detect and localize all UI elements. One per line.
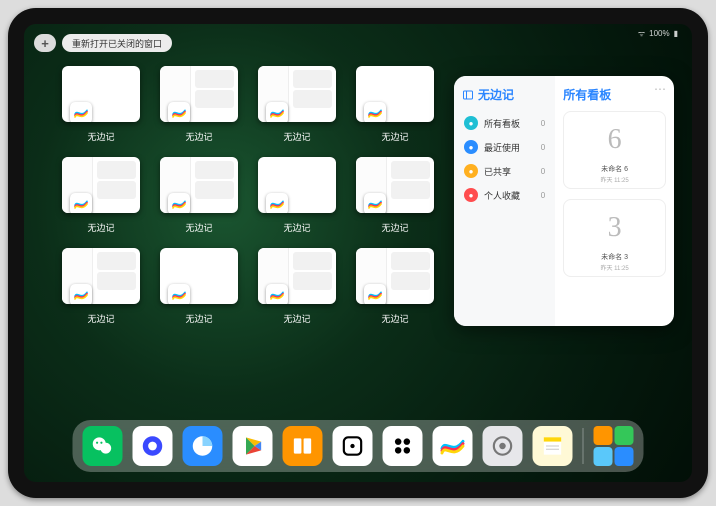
board-title: 未命名 3	[601, 249, 628, 263]
window-thumb[interactable]: 无边记	[160, 157, 238, 234]
window-thumb[interactable]: 无边记	[160, 248, 238, 325]
dock-app-wechat[interactable]	[83, 426, 123, 466]
window-thumb-label: 无边记	[87, 130, 114, 143]
sidebar-item[interactable]: ● 已共享 0	[462, 159, 547, 183]
freeform-app-icon	[364, 284, 386, 304]
board-card[interactable]: 3 未命名 3 昨天 11:25	[563, 199, 666, 277]
board-subtitle: 昨天 11:25	[600, 263, 628, 276]
clock-icon: ●	[464, 140, 478, 154]
freeform-app-icon	[70, 284, 92, 304]
sidebar-item-count: 0	[541, 143, 545, 152]
dock	[73, 420, 644, 472]
sidebar-item-count: 0	[541, 119, 545, 128]
freeform-app-icon	[70, 102, 92, 122]
window-thumb-label: 无边记	[283, 312, 310, 325]
sidebar-item[interactable]: ● 最近使用 0	[462, 135, 547, 159]
sidebar-item-label: 所有看板	[484, 117, 520, 130]
sidebar-toggle-icon[interactable]	[462, 89, 474, 101]
window-thumb[interactable]: 无边记	[62, 157, 140, 234]
window-thumb-label: 无边记	[381, 312, 408, 325]
sidebar-item-label: 个人收藏	[484, 189, 520, 202]
window-thumb[interactable]: 无边记	[356, 157, 434, 234]
freeform-app-icon	[364, 102, 386, 122]
window-thumb[interactable]: 无边记	[356, 248, 434, 325]
dock-app-dice[interactable]	[333, 426, 373, 466]
window-thumb[interactable]: 无边记	[258, 66, 336, 143]
sidebar-item-label: 已共享	[484, 165, 511, 178]
window-thumb[interactable]: 无边记	[258, 157, 336, 234]
window-thumb-label: 无边记	[283, 221, 310, 234]
window-thumb[interactable]: 无边记	[258, 248, 336, 325]
dock-app-settings[interactable]	[483, 426, 523, 466]
board-list-pane: 所有看板 6 未命名 6 昨天 11:253 未命名 3 昨天 11:25	[555, 76, 674, 326]
dock-app-play[interactable]	[233, 426, 273, 466]
freeform-app-icon	[168, 284, 190, 304]
reopen-closed-window-button[interactable]: 重新打开已关闭的窗口	[62, 34, 172, 52]
status-bar: ᯤ 100% ▮	[638, 28, 678, 39]
freeform-app-icon	[168, 193, 190, 213]
freeform-app-icon	[266, 284, 288, 304]
battery-icon: ▮	[674, 29, 678, 38]
freeform-app-icon	[266, 102, 288, 122]
sidebar-item-label: 最近使用	[484, 141, 520, 154]
grid-icon: ●	[464, 116, 478, 130]
ipad-frame: ᯤ 100% ▮ + 重新打开已关闭的窗口 无边记无边记无边记无边记无边记无边记…	[8, 8, 708, 498]
dock-app-game-b[interactable]	[383, 426, 423, 466]
share-icon: ●	[464, 164, 478, 178]
window-thumb[interactable]: 无边记	[160, 66, 238, 143]
home-screen: ᯤ 100% ▮ + 重新打开已关闭的窗口 无边记无边记无边记无边记无边记无边记…	[24, 24, 692, 482]
dock-app-qqbrowser[interactable]	[183, 426, 223, 466]
dock-recents-stack[interactable]	[594, 426, 634, 466]
board-card[interactable]: 6 未命名 6 昨天 11:25	[563, 111, 666, 189]
sidebar-title: 无边记	[462, 86, 547, 103]
freeform-app-icon	[168, 102, 190, 122]
window-thumb-label: 无边记	[381, 221, 408, 234]
sidebar-item-count: 0	[541, 191, 545, 200]
app-windows-grid: 无边记无边记无边记无边记无边记无边记无边记无边记无边记无边记无边记无边记	[62, 66, 442, 325]
window-thumb[interactable]: 无边记	[356, 66, 434, 143]
sidebar-item-count: 0	[541, 167, 545, 176]
dock-separator	[583, 428, 584, 464]
new-window-button[interactable]: +	[34, 34, 56, 52]
freeform-app-icon	[70, 193, 92, 213]
sidebar-item[interactable]: ● 所有看板 0	[462, 111, 547, 135]
window-thumb[interactable]: 无边记	[62, 248, 140, 325]
wifi-icon: ᯤ	[638, 28, 645, 39]
board-subtitle: 昨天 11:25	[600, 175, 628, 188]
window-thumb-label: 无边记	[87, 221, 114, 234]
window-thumb-label: 无边记	[185, 312, 212, 325]
dock-app-notes[interactable]	[533, 426, 573, 466]
dock-app-quark[interactable]	[133, 426, 173, 466]
board-preview: 6	[564, 118, 665, 161]
heart-icon: ●	[464, 188, 478, 202]
freeform-app-icon	[266, 193, 288, 213]
window-thumb[interactable]: 无边记	[62, 66, 140, 143]
dock-app-books[interactable]	[283, 426, 323, 466]
window-thumb-label: 无边记	[185, 130, 212, 143]
battery-text: 100%	[649, 29, 669, 38]
window-thumb-label: 无边记	[87, 312, 114, 325]
app-switcher-topbar: + 重新打开已关闭的窗口	[34, 34, 172, 52]
more-icon[interactable]: ⋯	[654, 82, 666, 96]
sidebar-item[interactable]: ● 个人收藏 0	[462, 183, 547, 207]
freeform-app-icon	[364, 193, 386, 213]
window-thumb-label: 无边记	[185, 221, 212, 234]
sidebar: 无边记 ● 所有看板 0● 最近使用 0● 已共享 0● 个人收藏 0	[454, 76, 555, 326]
board-title: 未命名 6	[601, 161, 628, 175]
dock-app-freeform[interactable]	[433, 426, 473, 466]
board-list-title: 所有看板	[563, 86, 666, 103]
window-thumb-label: 无边记	[283, 130, 310, 143]
window-thumb-label: 无边记	[381, 130, 408, 143]
slideover-app-freeform[interactable]: ⋯ 无边记 ● 所有看板 0● 最近使用 0● 已共享 0● 个人收藏 0 所有…	[454, 76, 674, 326]
board-preview: 3	[564, 206, 665, 249]
